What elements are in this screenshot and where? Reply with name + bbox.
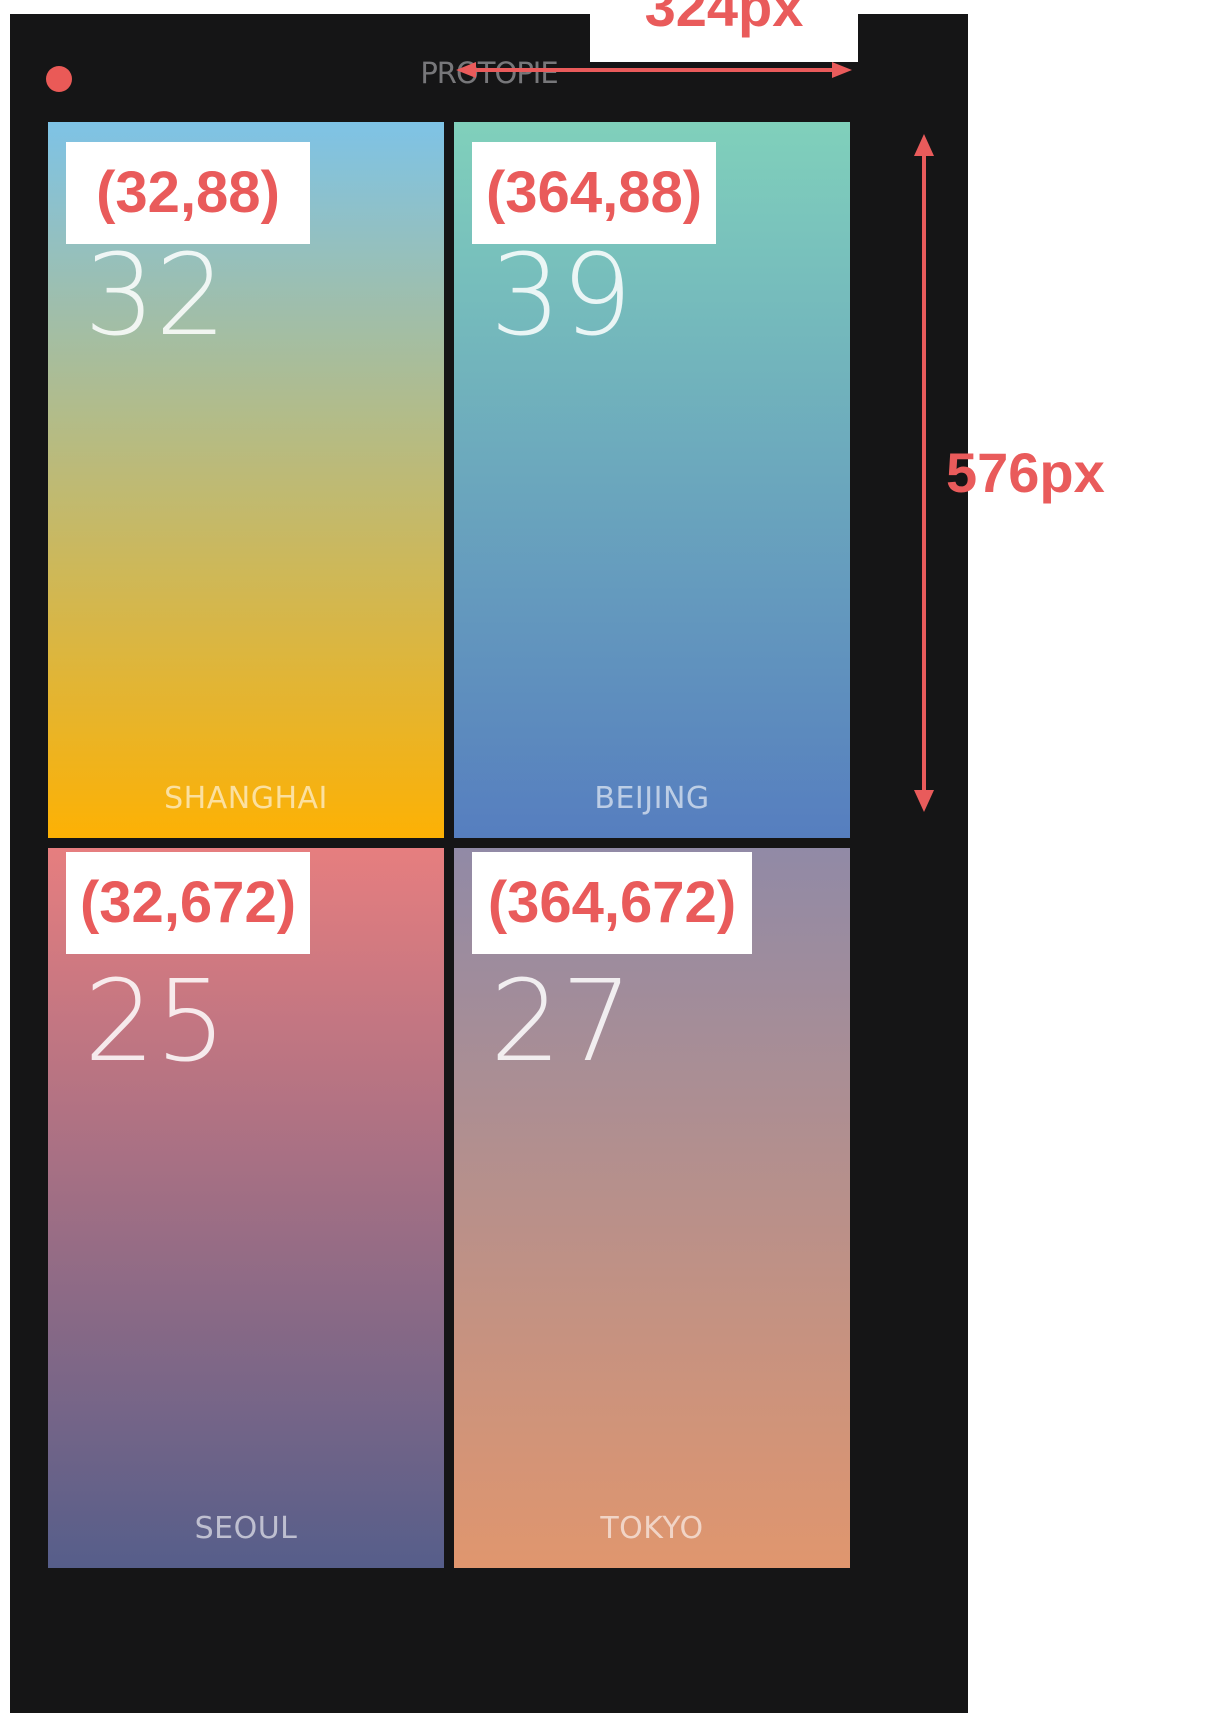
dimension-arrows — [456, 62, 934, 812]
width-arrow-icon — [456, 62, 852, 78]
page: PROTOPIE 32 SHANGHAI 39 BEIJING 25 SEOUL… — [0, 0, 1227, 1713]
height-arrow-icon — [914, 134, 934, 812]
height-dimension-label: 576px — [946, 441, 1105, 504]
